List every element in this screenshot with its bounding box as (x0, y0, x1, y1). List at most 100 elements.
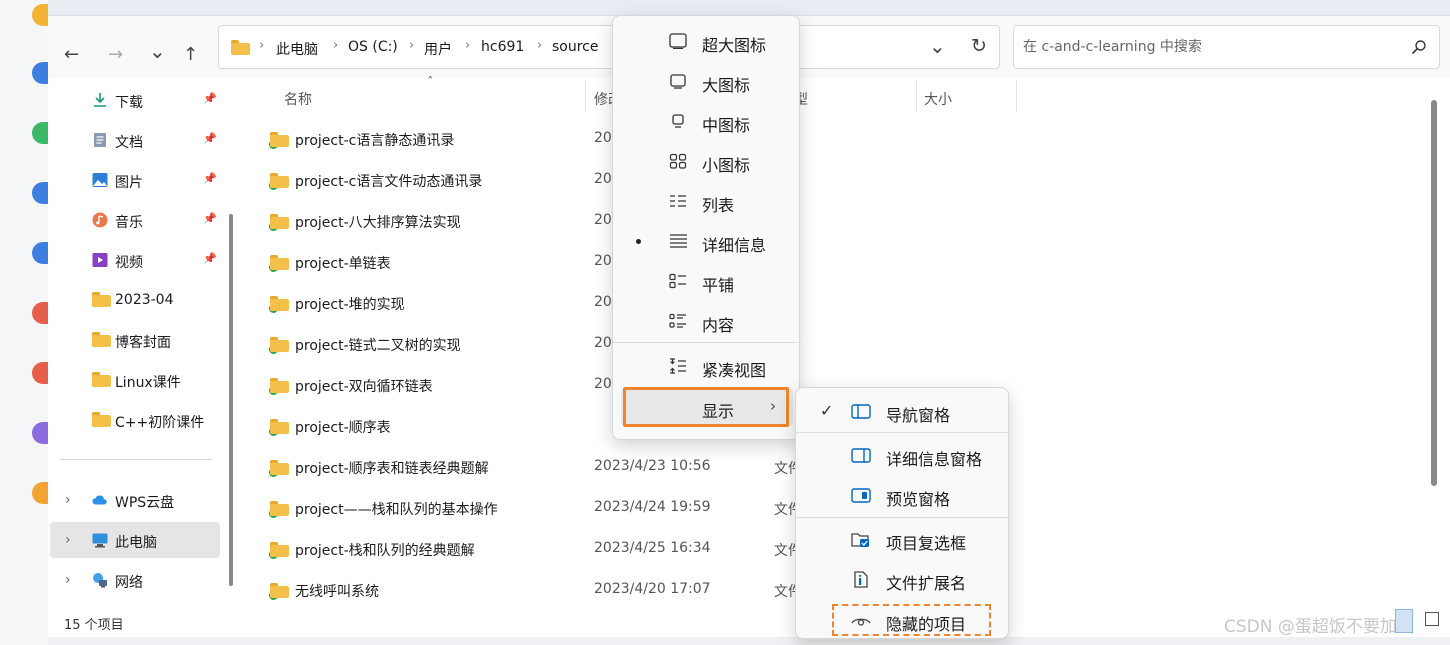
file-name: project-顺序表和链表经典题解 (295, 461, 489, 477)
expand-chevron-icon[interactable]: › (65, 492, 71, 508)
sidebar-item-documents[interactable]: 文档 📌 (48, 122, 220, 158)
pin-icon[interactable]: 📌 (203, 132, 217, 145)
up-arrow-icon[interactable]: ↑ (183, 46, 198, 64)
item-checkbox-icon (851, 533, 869, 547)
file-row[interactable]: project-堆的实现20夹 (243, 282, 1393, 323)
details-view-toggle-icon[interactable] (1395, 609, 1413, 633)
recent-locations-chevron-icon[interactable]: ⌄ (149, 41, 166, 61)
search-icon[interactable] (1411, 39, 1427, 55)
sidebar-item-this-pc[interactable]: › 此电脑 (50, 522, 220, 558)
address-bar[interactable]: › 此电脑 › OS (C:) › 用户 › hc691 › source ⌄ … (218, 25, 1000, 69)
menu-item-compact-view[interactable]: 紧凑视图 (617, 346, 797, 386)
menu-item-extra-large-icons[interactable]: 超大图标 (617, 21, 797, 61)
sidebar-item-label: Linux课件 (115, 375, 181, 391)
sidebar-item-2023-04[interactable]: 2023-04 (48, 282, 220, 318)
breadcrumb-user-folder[interactable]: hc691 (481, 39, 524, 55)
breadcrumb-source[interactable]: source (552, 39, 599, 55)
breadcrumb-this-pc[interactable]: 此电脑 (276, 39, 318, 59)
menu-item-label: 内容 (702, 316, 735, 335)
column-divider[interactable] (916, 80, 917, 112)
file-row[interactable]: project-c语言文件动态通讯录20夹 (243, 159, 1393, 200)
folder-icon (92, 332, 111, 348)
back-arrow-icon[interactable]: ← (64, 46, 79, 64)
desktop-app-icon[interactable] (32, 302, 48, 324)
file-row[interactable]: project-链式二叉树的实现20夹 (243, 323, 1393, 364)
pin-icon[interactable]: 📌 (203, 252, 217, 265)
expand-chevron-icon[interactable]: › (65, 532, 71, 548)
breadcrumb-os-drive[interactable]: OS (C:) (348, 39, 398, 55)
menu-item-small-icons[interactable]: 小图标 (617, 141, 797, 181)
sidebar-item-network[interactable]: › 网络 (48, 562, 220, 598)
sidebar-item-blog-covers[interactable]: 博客封面 (48, 322, 220, 358)
file-modified-date: 2023/4/20 17:07 (594, 581, 711, 597)
file-row[interactable]: project-单链表20夹 (243, 241, 1393, 282)
menu-item-label: 详细信息 (702, 236, 767, 255)
menu-item-details-pane[interactable]: 详细信息窗格 (800, 435, 1006, 475)
sidebar-scrollbar[interactable] (229, 214, 233, 586)
address-history-chevron-icon[interactable]: ⌄ (929, 36, 946, 56)
show-submenu: ✓ 导航窗格 详细信息窗格 预览窗格 项目复选框 文件扩展名 隐藏的项目 (795, 387, 1010, 639)
file-row[interactable]: project-八大排序算法实现20夹 (243, 200, 1393, 241)
file-name: project-双向循环链表 (295, 379, 433, 395)
pin-icon[interactable]: 📌 (203, 172, 217, 185)
menu-item-list[interactable]: 列表 (617, 181, 797, 221)
column-divider[interactable] (585, 80, 586, 112)
desktop-app-icon[interactable] (32, 482, 48, 504)
refresh-icon[interactable]: ↻ (971, 37, 987, 56)
menu-item-large-icons[interactable]: 大图标 (617, 61, 797, 101)
search-box[interactable] (1013, 25, 1440, 69)
desktop-app-icon[interactable] (32, 62, 48, 84)
menu-divider (613, 342, 801, 343)
search-input[interactable] (1023, 37, 1393, 57)
menu-item-navigation-pane[interactable]: ✓ 导航窗格 (800, 391, 1006, 431)
sidebar-item-downloads[interactable]: 下载 📌 (48, 82, 220, 118)
content-icon (669, 313, 686, 328)
column-header-size[interactable]: 大小 (924, 89, 952, 109)
sidebar-item-music[interactable]: 音乐 📌 (48, 202, 220, 238)
large-icons-view-toggle-icon[interactable] (1425, 612, 1439, 626)
sidebar-item-label: 博客封面 (115, 335, 171, 351)
desktop-app-icon[interactable] (32, 4, 48, 26)
desktop-app-icon[interactable] (32, 422, 48, 444)
sidebar-item-wps-cloud[interactable]: › WPS云盘 (48, 482, 220, 518)
file-modified-date: 20 (594, 294, 612, 310)
expand-chevron-icon[interactable]: › (65, 572, 71, 588)
sidebar-item-videos[interactable]: 视频 📌 (48, 242, 220, 278)
menu-item-tiles[interactable]: 平铺 (617, 261, 797, 301)
pin-icon[interactable]: 📌 (203, 212, 217, 225)
folder-icon (92, 372, 111, 388)
desktop-app-icon[interactable] (32, 362, 48, 384)
desktop-app-icon[interactable] (32, 182, 48, 204)
folder-icon (268, 378, 289, 396)
file-row[interactable]: project-c语言静态通讯录20夹 (243, 118, 1393, 159)
extra-large-icons-icon (669, 33, 687, 49)
column-header-name[interactable]: 名称 (284, 89, 312, 109)
folder-icon (92, 292, 111, 308)
sidebar-item-label: WPS云盘 (115, 495, 175, 511)
sidebar-item-linux-courseware[interactable]: Linux课件 (48, 362, 220, 398)
menu-item-item-checkbox[interactable]: 项目复选框 (800, 519, 1006, 559)
forward-arrow-icon[interactable]: → (108, 46, 123, 64)
column-divider[interactable] (1016, 80, 1017, 112)
sidebar-item-pictures[interactable]: 图片 📌 (48, 162, 220, 198)
sort-ascending-icon: ˆ (427, 76, 434, 91)
breadcrumb-users[interactable]: 用户 (424, 39, 452, 59)
sync-status-icon (268, 508, 279, 519)
sync-status-icon (268, 426, 279, 437)
file-name: project-单链表 (295, 256, 391, 272)
pin-icon[interactable]: 📌 (203, 92, 217, 105)
menu-item-content[interactable]: 内容 (617, 301, 797, 341)
menu-item-file-extension[interactable]: 文件扩展名 (800, 559, 1006, 599)
menu-item-details[interactable]: 详细信息 (617, 221, 797, 261)
desktop-app-icon[interactable] (32, 242, 48, 264)
file-name: project-c语言静态通讯录 (295, 133, 455, 149)
menu-item-preview-pane[interactable]: 预览窗格 (800, 475, 1006, 515)
desktop-app-icon[interactable] (32, 122, 48, 144)
tiles-icon (669, 273, 686, 289)
sidebar-item-cpp-courseware[interactable]: C++初阶课件 (48, 402, 220, 438)
music-icon (92, 212, 108, 228)
file-list-scrollbar[interactable] (1431, 100, 1437, 486)
sidebar-item-label: 图片 (115, 175, 143, 191)
menu-item-medium-icons[interactable]: 中图标 (617, 101, 797, 141)
large-icons-icon (670, 74, 686, 89)
